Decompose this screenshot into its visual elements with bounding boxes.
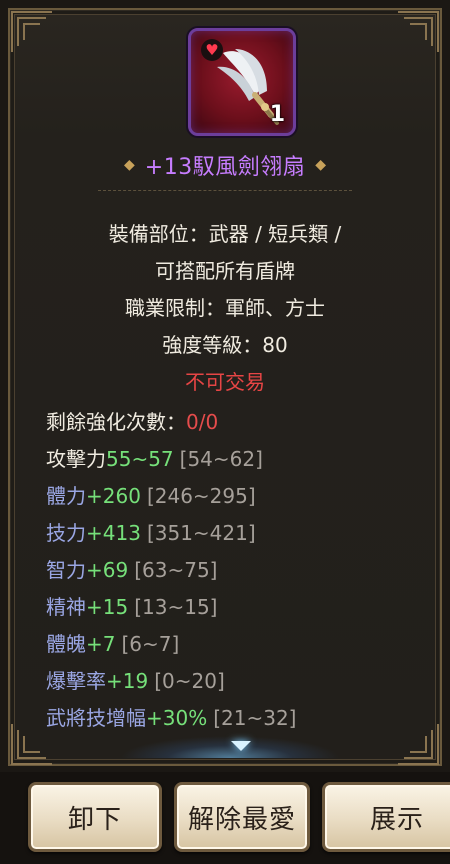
stat-range: [13~15] — [134, 595, 218, 619]
stat-value: +30% — [146, 706, 208, 730]
action-bar: 卸下 解除最愛 展示 — [0, 772, 450, 864]
stat-row-int: 智力+69 [63~75] — [46, 552, 296, 589]
divider — [98, 190, 352, 191]
stat-row-sp: 技力+413 [351~421] — [46, 515, 296, 552]
stat-range: [246~295] — [146, 484, 256, 508]
stat-row-crit: 爆擊率+19 [0~20] — [46, 663, 296, 700]
stat-row-hp: 體力+260 [246~295] — [46, 478, 296, 515]
stat-range: [0~20] — [154, 669, 225, 693]
scroll-glow — [120, 736, 340, 758]
stat-row-physique: 體魄+7 [6~7] — [46, 626, 296, 663]
stat-label: 體力 — [46, 484, 86, 508]
stat-label: 剩餘強化次數： — [46, 410, 186, 434]
stat-range: [351~421] — [146, 521, 256, 545]
stat-range: [21~32] — [213, 706, 297, 730]
stat-value: +413 — [86, 521, 141, 545]
stat-range: [6~7] — [121, 632, 180, 656]
untradeable-label: 不可交易 — [185, 370, 265, 394]
item-info: 裝備部位：武器 / 短兵類 / 可搭配所有盾牌 職業限制：軍師、方士 強度等級：… — [0, 216, 450, 401]
stat-value: +7 — [86, 632, 116, 656]
stat-value: +15 — [86, 595, 129, 619]
stat-list: 剩餘強化次數：0/0 攻擊力55~57 [54~62] 體力+260 [246~29… — [46, 404, 296, 737]
stat-value: 0/0 — [186, 410, 219, 434]
equip-slot-line: 裝備部位：武器 / 短兵類 / — [108, 222, 342, 246]
stat-label: 攻擊力 — [46, 447, 106, 471]
class-restriction-line: 職業限制：軍師、方士 — [125, 296, 325, 320]
stat-value: +19 — [106, 669, 149, 693]
unequip-button[interactable]: 卸下 — [28, 782, 162, 852]
shield-compat-line: 可搭配所有盾牌 — [155, 259, 295, 283]
item-title-row: ◆ +13馭風劍翎扇 ◆ — [0, 150, 450, 180]
stat-label: 智力 — [46, 558, 86, 582]
stat-row-spirit: 精神+15 [13~15] — [46, 589, 296, 626]
stat-label: 技力 — [46, 521, 86, 545]
stat-value: +260 — [86, 484, 141, 508]
unfavorite-button[interactable]: 解除最愛 — [174, 782, 310, 852]
feather-fan-icon[interactable]: ♥ 1 — [188, 28, 296, 136]
stat-range: [63~75] — [134, 558, 218, 582]
stat-value: 55~57 — [106, 447, 174, 471]
stat-row-attack: 攻擊力55~57 [54~62] — [46, 441, 296, 478]
stat-label: 精神 — [46, 595, 86, 619]
stat-label: 武將技增幅 — [46, 706, 146, 730]
stat-label: 爆擊率 — [46, 669, 106, 693]
display-button[interactable]: 展示 — [322, 782, 450, 852]
diamond-ornament-icon: ◆ — [315, 157, 326, 173]
enhance-count-row: 剩餘強化次數：0/0 — [46, 404, 296, 441]
stack-count: 1 — [269, 102, 285, 127]
diamond-ornament-icon: ◆ — [124, 157, 135, 173]
stat-range: [54~62] — [179, 447, 263, 471]
stat-value: +69 — [86, 558, 129, 582]
stat-row-skill-boost: 武將技增幅+30% [21~32] — [46, 700, 296, 737]
item-title: +13馭風劍翎扇 — [144, 155, 306, 180]
scroll-down-icon[interactable] — [231, 741, 251, 751]
level-line: 強度等級：80 — [162, 333, 288, 357]
stat-label: 體魄 — [46, 632, 86, 656]
